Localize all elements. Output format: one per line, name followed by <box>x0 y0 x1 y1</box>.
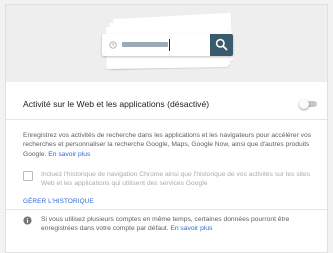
learn-more-link[interactable]: En savoir plus <box>170 225 212 232</box>
clock-icon <box>109 41 117 49</box>
multiple-accounts-info: Si vous utilisez plusieurs comptes en mê… <box>41 215 323 234</box>
section-divider <box>6 209 327 210</box>
toggle-thumb <box>299 99 309 109</box>
activity-setting-title: Activité sur le Web et les applications … <box>23 99 210 109</box>
chrome-history-checkbox[interactable] <box>23 171 33 181</box>
multiple-accounts-text: Si vous utilisez plusieurs comptes en mê… <box>41 216 290 233</box>
activity-toggle[interactable] <box>299 99 319 109</box>
section-divider <box>6 119 327 120</box>
activity-description: Enregistrez vos activités de recherche d… <box>23 131 313 159</box>
chrome-history-label: Incluez l'historique de navigation Chrom… <box>41 171 311 188</box>
info-icon <box>23 216 32 225</box>
illustration-search-button <box>210 34 233 56</box>
text-cursor <box>169 39 170 51</box>
search-icon <box>215 38 228 51</box>
illustration-query-placeholder <box>122 42 168 47</box>
hero-illustration <box>6 5 327 82</box>
manage-history-link[interactable]: GÉRER L'HISTORIQUE <box>23 198 94 205</box>
learn-more-link[interactable]: En savoir plus <box>48 151 90 158</box>
illustration-search-box <box>102 34 233 56</box>
settings-card: Activité sur le Web et les applications … <box>5 4 328 253</box>
